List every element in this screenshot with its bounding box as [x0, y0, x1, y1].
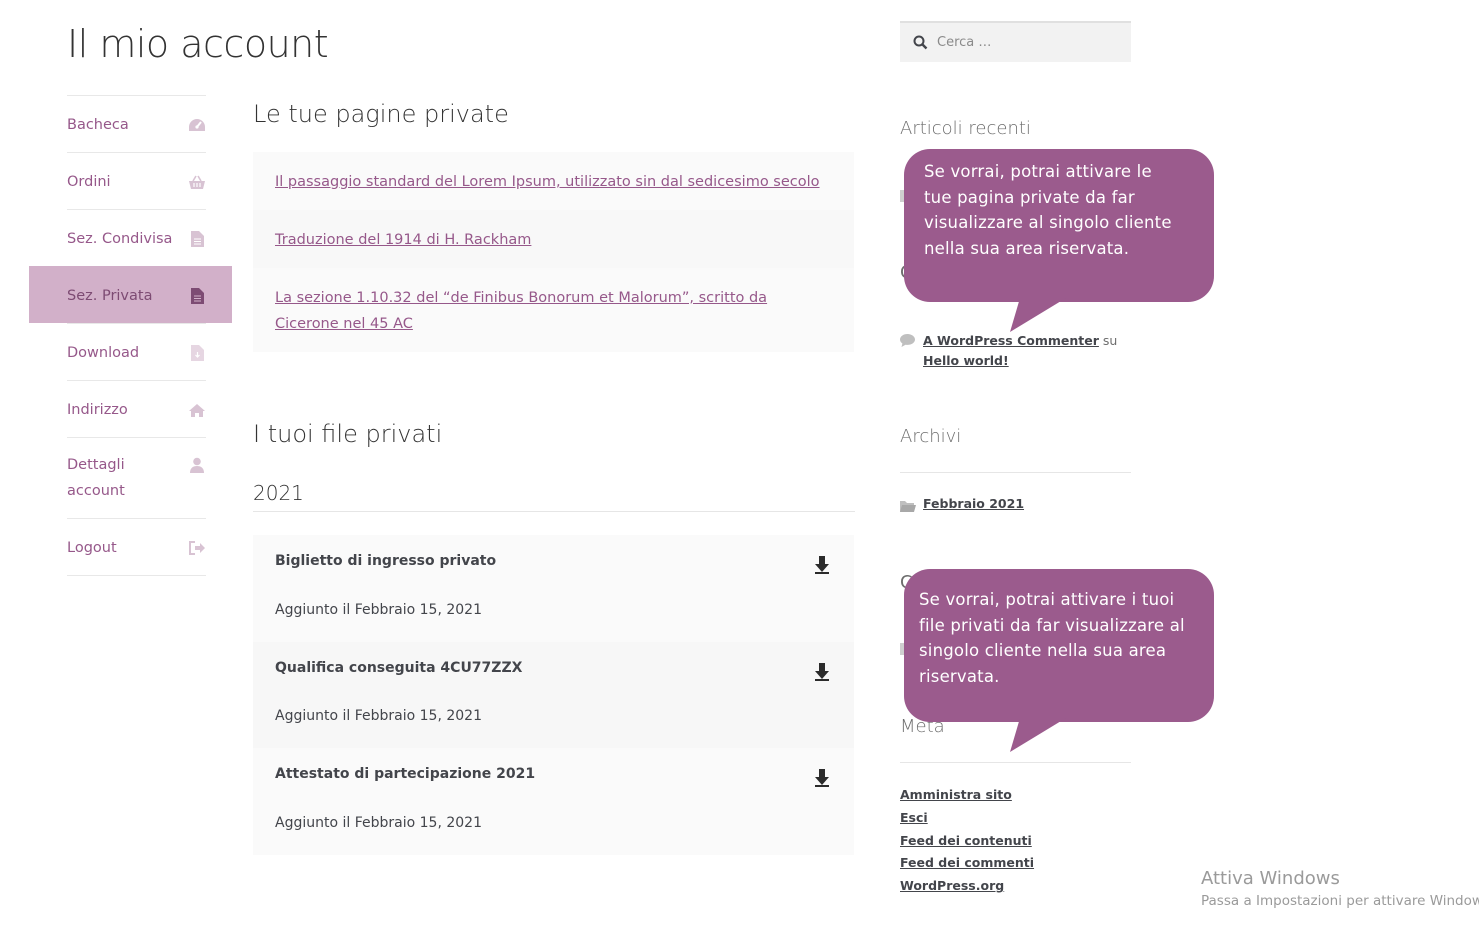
dashboard-icon: [188, 117, 206, 133]
file-title: Biglietto di ingresso privato: [275, 553, 497, 569]
windows-activation-subtitle: Passa a Impostazioni per attivare Window…: [1201, 893, 1479, 909]
document-icon: [188, 231, 206, 247]
nav-item-label: Logout: [67, 540, 117, 556]
home-icon: [188, 402, 206, 418]
folder-icon: [900, 499, 916, 517]
file-date: Aggiunto il Febbraio 15, 2021: [275, 815, 482, 831]
files-year-heading: 2021: [253, 481, 855, 512]
meta-link-feed-content[interactable]: Feed dei contenuti: [900, 833, 1032, 848]
tooltip-tail: [1010, 298, 1066, 332]
nav-item-dettagli-account[interactable]: Dettagli account: [67, 437, 206, 518]
list-item: Feed dei commenti: [900, 854, 1034, 877]
meta-link-logout[interactable]: Esci: [900, 810, 928, 825]
document-icon: [188, 288, 206, 304]
search-input[interactable]: [935, 23, 1129, 62]
archives-title: Archivi: [900, 426, 1131, 473]
windows-activation-title: Attiva Windows: [1201, 868, 1340, 889]
recent-comment: A WordPress Commenter su Hello world!: [923, 331, 1133, 371]
file-title: Attestato di partecipazione 2021: [275, 766, 536, 782]
download-icon[interactable]: [814, 556, 830, 574]
meta-link-feed-comments[interactable]: Feed dei commenti: [900, 855, 1034, 870]
basket-icon: [188, 174, 206, 190]
tooltip-tail: [1010, 718, 1066, 752]
meta-link-admin[interactable]: Amministra sito: [900, 787, 1012, 802]
list-item: WordPress.org: [900, 877, 1034, 900]
nav-item-bacheca[interactable]: Bacheca: [67, 95, 206, 152]
list-item: Feed dei contenuti: [900, 832, 1034, 855]
comment-post-link[interactable]: Hello world!: [923, 353, 1009, 368]
nav-item-label: Ordini: [67, 174, 111, 190]
nav-item-download[interactable]: Download: [67, 323, 206, 380]
list-item: Traduzione del 1914 di H. Rackham: [253, 210, 854, 268]
comment-author-link[interactable]: A WordPress Commenter: [923, 333, 1099, 348]
archive-link[interactable]: Febbraio 2021: [923, 496, 1024, 511]
nav-item-logout[interactable]: Logout: [67, 518, 206, 576]
nav-item-indirizzo[interactable]: Indirizzo: [67, 380, 206, 437]
nav-item-label: Download: [67, 345, 140, 361]
list-item: La sezione 1.10.32 del “de Finibus Bonor…: [253, 268, 854, 352]
file-title: Qualifica conseguita 4CU77ZZX: [275, 659, 523, 676]
private-page-link[interactable]: Il passaggio standard del Lorem Ipsum, u…: [275, 174, 820, 190]
account-navigation: Bacheca Ordini Sez. Condivisa Sez. Priva…: [29, 95, 232, 576]
list-item: Esci: [900, 809, 1034, 832]
private-files-heading: I tuoi file privati: [253, 420, 443, 448]
tooltip-private-pages: Se vorrai, potrai attivare le tue pagina…: [904, 149, 1214, 302]
comment-connector: su: [1102, 333, 1118, 348]
search-box: [900, 21, 1131, 62]
file-date: Aggiunto il Febbraio 15, 2021: [275, 707, 482, 724]
nav-item-label: Bacheca: [67, 117, 129, 133]
private-page-link[interactable]: La sezione 1.10.32 del “de Finibus Bonor…: [275, 290, 767, 332]
tooltip-text: Se vorrai, potrai attivare i tuoi file p…: [919, 590, 1185, 686]
page-title: Il mio account: [67, 22, 329, 66]
file-item: Qualifica conseguita 4CU77ZZX Aggiunto i…: [253, 641, 854, 748]
nav-item-label: Sez. Condivisa: [67, 231, 173, 247]
meta-links: Amministra sito Esci Feed dei contenuti …: [900, 786, 1034, 900]
private-pages-list: Il passaggio standard del Lorem Ipsum, u…: [253, 152, 854, 352]
list-item: Amministra sito: [900, 786, 1034, 809]
recent-posts-title: Articoli recenti: [900, 118, 1031, 139]
meta-link-wordpress[interactable]: WordPress.org: [900, 878, 1004, 893]
nav-item-sez-condivisa[interactable]: Sez. Condivisa: [67, 209, 206, 266]
nav-item-label: Indirizzo: [67, 402, 128, 418]
download-icon[interactable]: [814, 662, 830, 681]
file-item: Attestato di partecipazione 2021 Aggiunt…: [253, 748, 854, 855]
list-item: Il passaggio standard del Lorem Ipsum, u…: [253, 152, 854, 210]
file-date: Aggiunto il Febbraio 15, 2021: [275, 602, 482, 618]
file-download-icon: [188, 345, 206, 361]
tooltip-private-files: Se vorrai, potrai attivare i tuoi file p…: [904, 569, 1214, 722]
private-pages-heading: Le tue pagine private: [253, 100, 509, 128]
nav-item-label: Sez. Privata: [67, 288, 153, 304]
comment-icon: [900, 334, 915, 352]
file-item: Biglietto di ingresso privato Aggiunto i…: [253, 535, 854, 642]
user-icon: [188, 457, 206, 473]
nav-item-sez-privata[interactable]: Sez. Privata: [29, 266, 232, 323]
tooltip-text: Se vorrai, potrai attivare le tue pagina…: [924, 162, 1172, 258]
private-files-list: Biglietto di ingresso privato Aggiunto i…: [253, 535, 854, 855]
nav-item-label: Dettagli account: [67, 457, 125, 499]
private-page-link[interactable]: Traduzione del 1914 di H. Rackham: [275, 232, 531, 248]
download-icon[interactable]: [814, 769, 830, 787]
nav-item-ordini[interactable]: Ordini: [67, 152, 206, 209]
sign-out-icon: [188, 540, 206, 556]
search-icon: [913, 35, 928, 55]
